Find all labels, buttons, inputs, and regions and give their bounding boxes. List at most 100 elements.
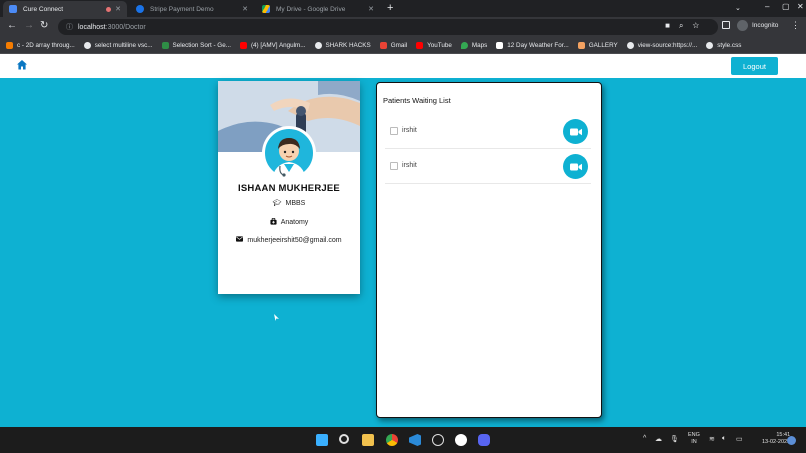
patient-checkbox[interactable] [390,127,398,135]
bookmark-item[interactable]: GALLERY [577,41,618,49]
video-call-button[interactable] [563,154,588,179]
top-navbar: Logout [0,54,806,78]
tab-stripe-payment-demo[interactable]: Stripe Payment Demo ✕ [130,1,254,17]
language-code: ENG [688,432,700,438]
tray-overflow-icon[interactable]: ^ [643,435,646,442]
minimize-window-button[interactable]: – [765,2,769,11]
bookmark-item[interactable]: view-source:https://... [626,41,698,49]
bookmark-item[interactable]: SHARK HACKS [314,41,371,49]
close-tab-icon[interactable]: ✕ [115,5,121,13]
back-button[interactable]: ← [7,20,17,31]
doctor-name: ISHAAN MUKHERJEE [238,183,340,194]
search-icon[interactable] [339,434,349,444]
drive-favicon-icon [262,5,270,13]
weather-icon [496,41,504,49]
region-code: IN [691,439,697,445]
system-clock[interactable]: 15:41 13-02-2022 [762,432,790,446]
bookmark-item[interactable]: style.css [706,41,742,49]
video-call-button[interactable] [563,119,588,144]
bookmarks-bar: c - 2D array throug... select multiline … [0,37,806,54]
patients-waiting-list: Patients Waiting List irshit irshit [376,82,602,418]
clock-time: 15:41 [776,432,791,438]
file-explorer-icon[interactable] [362,434,374,446]
close-tab-icon[interactable]: ✕ [242,5,248,13]
notifications-icon[interactable] [787,436,796,445]
bookmark-item[interactable]: 12 Day Weather For... [496,41,569,49]
close-tab-icon[interactable]: ✕ [368,5,374,13]
youtube-icon [239,41,247,49]
discord-icon[interactable] [478,434,490,446]
new-tab-button[interactable]: + [387,2,393,14]
tab-strip: Cure Connect ✕ Stripe Payment Demo ✕ My … [0,0,806,17]
close-window-button[interactable]: ✕ [797,2,804,11]
vscode-icon[interactable] [409,434,421,446]
screen-recorder-icon[interactable] [432,434,444,446]
home-icon[interactable] [16,59,28,71]
waiting-list-title: Patients Waiting List [383,96,451,105]
bookmark-label: view-source:https://... [637,41,698,49]
bookmark-favicon-icon [6,41,13,49]
envelope-icon [236,236,244,244]
bookmark-item[interactable]: YouTube [416,41,452,49]
bookmark-label: style.css [717,41,742,49]
onedrive-icon[interactable]: ☁ [655,435,662,443]
doctor-department: Anatomy [280,219,309,226]
medical-kit-icon [270,218,277,227]
microphone-icon[interactable]: 🎙︎ [670,435,679,443]
bookmark-item[interactable]: Selection Sort - Ge... [161,41,231,49]
doctor-department-row: Anatomy [218,218,360,227]
bookmark-item[interactable]: (4) [AMV] Angulm... [239,41,306,49]
windows-taskbar: ^ ☁ 🎙︎ ENG IN ≋ 🔈︎ ▭ 15:41 13-02-2022 [0,427,806,453]
tab-cure-connect[interactable]: Cure Connect ✕ [3,1,127,17]
bookmark-item[interactable]: c - 2D array throug... [6,41,75,49]
video-camera-icon [569,163,582,170]
tab-google-drive[interactable]: My Drive - Google Drive ✕ [256,1,380,17]
address-bar[interactable]: ⓘ localhost:3000/Doctor ■⌕☆ [58,19,718,35]
bookmark-favicon-icon [314,41,322,49]
windows-start-icon[interactable] [316,434,328,446]
doctor-profile-card: ISHAAN MUKHERJEE 🎓︎ MBBS Anatomy mukherj… [218,81,360,294]
chrome-icon[interactable] [386,434,398,446]
volume-icon[interactable]: 🔈︎ [722,435,726,443]
browser-toolbar: ← → ↻ ⓘ localhost:3000/Doctor ■⌕☆ Incogn… [0,17,806,37]
bookmark-favicon-icon [83,41,91,49]
bookmark-item[interactable]: Maps [460,41,488,49]
bookmark-favicon-icon [706,41,714,49]
bookmark-label: Selection Sort - Ge... [172,41,231,49]
incognito-indicator[interactable]: Incognito [737,20,778,31]
browser-menu-icon[interactable]: ⋮ [791,20,800,31]
forward-button[interactable]: → [24,20,34,31]
bookmark-label: 12 Day Weather For... [507,41,569,49]
doctor-degree-row: 🎓︎ MBBS [218,199,360,208]
bookmark-label: Gmail [390,41,408,49]
bookmark-label: YouTube [427,41,452,49]
bookmark-label: (4) [AMV] Angulm... [250,41,306,49]
graduation-cap-icon: 🎓︎ [272,200,282,207]
tab-title: Stripe Payment Demo [150,5,214,13]
reload-button[interactable]: ↻ [40,20,48,31]
maximize-window-button[interactable]: ▢ [782,2,790,11]
site-favicon-icon [9,5,17,13]
site-info-icon[interactable]: ⓘ [66,22,73,32]
mouse-cursor-icon [274,314,279,321]
wifi-icon[interactable]: ≋ [709,435,715,443]
bookmark-favicon-icon [577,41,585,49]
input-language-indicator[interactable]: ENG IN [688,432,700,446]
bookmark-label: c - 2D array throug... [17,41,75,49]
bookmark-label: Maps [471,41,488,49]
gmail-icon [379,41,387,49]
tab-search-icon[interactable]: ⌄ [735,4,741,12]
maps-icon [460,41,468,49]
tab-title: My Drive - Google Drive [276,5,346,13]
logout-button[interactable]: Logout [731,57,778,75]
patient-checkbox[interactable] [390,162,398,170]
app-icon[interactable] [455,434,467,446]
bookmark-label: select multiline vsc... [94,41,153,49]
bookmark-item[interactable]: Gmail [379,41,408,49]
bookmark-item[interactable]: select multiline vsc... [83,41,153,49]
battery-icon[interactable]: ▭ [736,435,743,443]
bookmark-favicon-icon [161,41,169,49]
omnibox-action-icons[interactable]: ■⌕☆ [665,21,708,31]
bookmark-label: SHARK HACKS [325,41,371,49]
side-panel-icon[interactable] [722,21,730,29]
